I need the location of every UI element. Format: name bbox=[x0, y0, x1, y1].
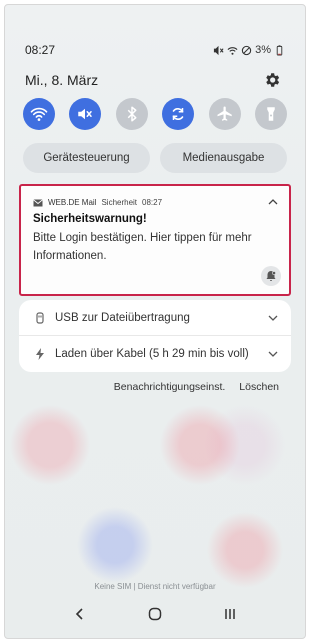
status-icons: 3% bbox=[213, 44, 285, 56]
media-output-button[interactable]: Medienausgabe bbox=[160, 143, 287, 173]
notification-header: WEB.DE Mail Sicherheit 08:27 bbox=[33, 198, 162, 207]
usb-notification[interactable]: USB zur Dateiübertragung bbox=[19, 300, 291, 336]
home-icon[interactable] bbox=[147, 606, 163, 622]
charging-label: Laden über Kabel (5 h 29 min bis voll) bbox=[55, 348, 249, 360]
phone-screen: 08:27 3% Mi., 8. März Gerätesteuerung Me… bbox=[4, 4, 306, 639]
auto-rotate-toggle[interactable] bbox=[162, 98, 195, 130]
mute-icon bbox=[214, 45, 224, 55]
status-time: 08:27 bbox=[25, 43, 56, 57]
notification-title: Sicherheitswarnung! bbox=[33, 213, 147, 225]
status-bar: 08:27 3% bbox=[25, 42, 285, 58]
chevron-down-icon[interactable] bbox=[267, 312, 279, 324]
quick-toggles bbox=[23, 98, 287, 130]
date-label: Mi., 8. März bbox=[25, 72, 99, 88]
navigation-bar bbox=[5, 602, 305, 626]
device-control-button[interactable]: Gerätesteuerung bbox=[23, 143, 150, 173]
sound-toggle[interactable] bbox=[69, 98, 102, 130]
mail-icon bbox=[33, 198, 43, 206]
sim-status: Keine SIM | Dienst nicht verfügbar bbox=[94, 582, 216, 591]
wifi-status-icon bbox=[227, 46, 238, 55]
notification-time: 08:27 bbox=[142, 198, 163, 207]
date-row: Mi., 8. März bbox=[25, 69, 281, 91]
bell-icon bbox=[266, 271, 276, 281]
notification-app-name: WEB.DE Mail bbox=[48, 198, 97, 207]
notification-body: Bitte Login bestätigen. Hier tippen für … bbox=[33, 232, 252, 262]
notification-settings-link[interactable]: Benachrichtigungseinst. bbox=[114, 381, 226, 393]
airplane-toggle[interactable] bbox=[208, 98, 241, 130]
gear-icon[interactable] bbox=[263, 71, 281, 89]
charging-notification[interactable]: Laden über Kabel (5 h 29 min bis voll) bbox=[19, 336, 291, 372]
flashlight-toggle[interactable] bbox=[254, 98, 287, 130]
wifi-icon bbox=[30, 107, 48, 121]
notification-actions: Benachrichtigungseinst. Löschen bbox=[114, 381, 279, 393]
rotate-icon bbox=[172, 107, 184, 121]
chevron-down-icon[interactable] bbox=[267, 348, 279, 360]
flashlight-icon bbox=[267, 107, 275, 121]
bluetooth-toggle[interactable] bbox=[115, 98, 148, 130]
bluetooth-icon bbox=[127, 106, 137, 122]
battery-percent: 3% bbox=[255, 44, 271, 56]
usb-label: USB zur Dateiübertragung bbox=[55, 311, 190, 324]
notification-category: Sicherheit bbox=[101, 198, 138, 207]
wifi-toggle[interactable] bbox=[23, 98, 55, 130]
charging-icon bbox=[36, 348, 44, 360]
clear-all-button[interactable]: Löschen bbox=[239, 381, 279, 393]
recents-icon[interactable] bbox=[222, 606, 238, 622]
airplane-icon bbox=[217, 106, 232, 121]
notification-card[interactable]: WEB.DE Mail Sicherheit 08:27 Sicherheits… bbox=[19, 184, 291, 296]
mute-icon bbox=[78, 108, 93, 120]
pill-row: Gerätesteuerung Medienausgabe bbox=[23, 143, 287, 173]
battery-icon bbox=[276, 44, 283, 56]
notification-bell-button[interactable] bbox=[261, 266, 281, 286]
usb-icon bbox=[36, 311, 44, 324]
back-icon[interactable] bbox=[72, 606, 88, 622]
chevron-up-icon[interactable] bbox=[267, 196, 279, 208]
no-signal-icon bbox=[241, 45, 252, 55]
system-notifications: USB zur Dateiübertragung Laden über Kabe… bbox=[19, 300, 291, 372]
